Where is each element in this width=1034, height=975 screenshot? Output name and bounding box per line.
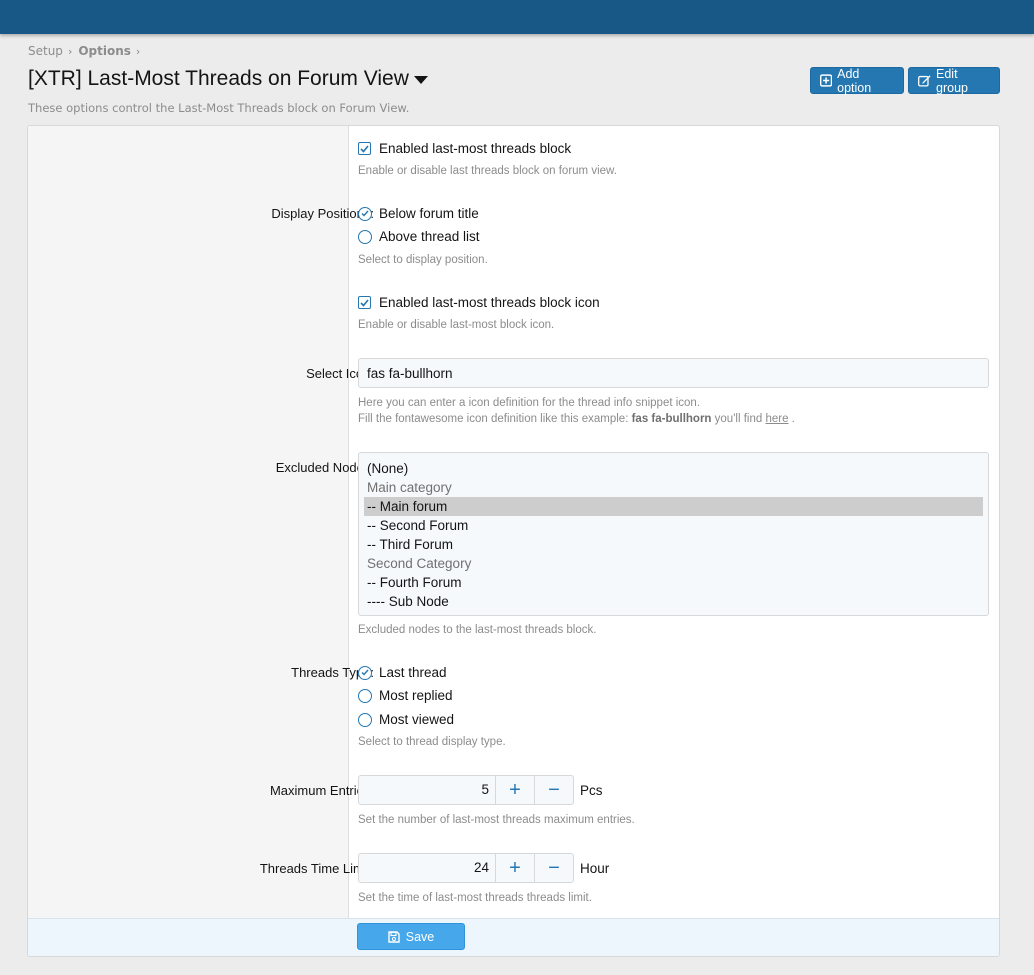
list-option[interactable]: (None) — [364, 459, 983, 478]
minus-icon[interactable]: − — [534, 854, 573, 882]
plus-icon[interactable]: + — [495, 776, 534, 804]
chevron-right-icon: › — [67, 44, 73, 58]
time-limit-hint: Set the time of last-most threads thread… — [358, 892, 592, 904]
hint-text: you'll find — [711, 413, 766, 425]
time-limit-unit: Hour — [580, 861, 610, 876]
list-option[interactable]: -- Fourth Forum — [364, 573, 983, 592]
page-title-text: [XTR] Last-Most Threads on Forum View — [28, 67, 409, 90]
maximum-entries-input[interactable]: 5 — [359, 776, 495, 804]
radio-most-viewed[interactable]: Most viewed — [358, 712, 454, 727]
display-positions-hint: Select to display position. — [358, 254, 488, 266]
enable-block-hint: Enable or disable last threads block on … — [358, 165, 617, 177]
list-option[interactable]: -- Third Forum — [364, 535, 983, 554]
minus-icon[interactable]: − — [534, 776, 573, 804]
radio-label: Below forum title — [379, 206, 479, 221]
time-limit-label: Threads Time Limit: — [259, 861, 374, 876]
radio-checked-icon[interactable] — [358, 206, 372, 221]
maximum-entries-hint: Set the number of last-most threads maxi… — [358, 814, 635, 826]
here-link[interactable]: here — [765, 413, 788, 425]
breadcrumb-options[interactable]: Options — [78, 44, 131, 58]
excluded-nodes-listbox[interactable]: (None) Main category -- Main forum -- Se… — [358, 452, 989, 616]
enable-icon-hint: Enable or disable last-most block icon. — [358, 319, 555, 331]
top-nav-bar — [0, 0, 1034, 34]
enable-icon-label: Enabled last-most threads block icon — [379, 295, 600, 310]
page-title[interactable]: [XTR] Last-Most Threads on Forum View — [28, 67, 428, 91]
enable-icon-checkbox-row[interactable]: Enabled last-most threads block icon — [358, 295, 600, 310]
select-icon-hint-line1: Here you can enter a icon definition for… — [358, 397, 701, 409]
form-footer — [28, 918, 999, 956]
hint-text: Fill the fontawesome icon definition lik… — [358, 413, 632, 425]
radio-most-replied[interactable]: Most replied — [358, 688, 453, 703]
list-option-group: Second Category — [367, 556, 472, 571]
hint-example: fas fa-bullhorn — [631, 413, 712, 425]
save-button[interactable]: Save — [357, 923, 465, 950]
add-option-button[interactable]: Add option — [810, 66, 904, 95]
select-icon-input[interactable]: fas fa-bullhorn — [358, 358, 989, 388]
hint-text: . — [788, 413, 795, 425]
chevron-right-icon: › — [135, 44, 141, 58]
list-option[interactable]: ---- Sub Node — [364, 592, 983, 611]
enable-block-checkbox-row[interactable]: Enabled last-most threads block — [358, 141, 571, 156]
radio-label: Most viewed — [379, 712, 455, 727]
time-limit-input[interactable]: 24 — [359, 854, 495, 882]
caret-down-icon[interactable] — [413, 76, 428, 84]
checkbox-checked-icon[interactable] — [358, 142, 371, 155]
edit-icon — [918, 75, 931, 87]
radio-unchecked-icon[interactable] — [358, 688, 372, 703]
plus-square-icon — [820, 74, 833, 87]
radio-label: Above thread list — [379, 229, 480, 244]
select-icon-hint: Here you can enter a icon definition for… — [358, 395, 795, 427]
select-icon-hint-line2: Fill the fontawesome icon definition lik… — [358, 411, 795, 427]
radio-label: Last thread — [379, 665, 447, 680]
excluded-nodes-hint: Excluded nodes to the last-most threads … — [358, 624, 597, 636]
list-option-selected[interactable]: -- Main forum — [364, 497, 983, 516]
breadcrumb: Setup › Options › — [28, 44, 146, 58]
plus-icon[interactable]: + — [495, 854, 534, 882]
radio-above-thread-list[interactable]: Above thread list — [358, 229, 480, 244]
edit-group-button[interactable]: Edit group — [908, 66, 1000, 95]
radio-unchecked-icon[interactable] — [358, 712, 372, 727]
time-limit-stepper[interactable]: 24 + − — [358, 853, 574, 883]
enable-block-label: Enabled last-most threads block — [379, 141, 572, 156]
edit-group-label: Edit group — [936, 66, 968, 95]
save-label: Save — [405, 929, 435, 944]
radio-label: Most replied — [379, 688, 453, 703]
page-description: These options control the Last-Most Thre… — [28, 101, 410, 115]
radio-checked-icon[interactable] — [358, 665, 372, 680]
radio-unchecked-icon[interactable] — [358, 229, 372, 244]
threads-type-hint: Select to thread display type. — [358, 736, 506, 748]
add-option-label: Add option — [837, 66, 872, 95]
list-option-group: Main category — [367, 480, 452, 495]
breadcrumb-setup[interactable]: Setup — [28, 44, 63, 58]
labels-column — [28, 126, 349, 918]
checkbox-checked-icon[interactable] — [358, 296, 371, 309]
list-option[interactable]: -- Second Forum — [364, 516, 983, 535]
radio-below-forum-title[interactable]: Below forum title — [358, 206, 479, 221]
floppy-disk-icon — [388, 930, 400, 943]
radio-last-thread[interactable]: Last thread — [358, 665, 447, 680]
maximum-entries-stepper[interactable]: 5 + − — [358, 775, 574, 805]
maximum-entries-unit: Pcs — [580, 783, 603, 798]
